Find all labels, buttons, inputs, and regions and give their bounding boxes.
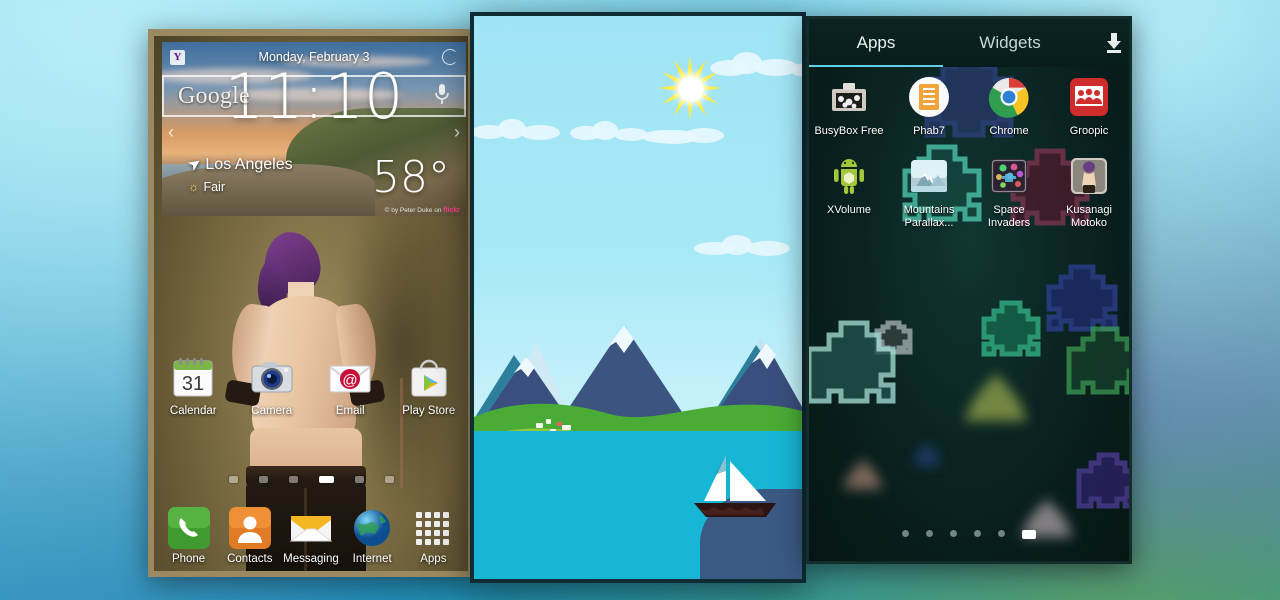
widget-next-arrow[interactable]: › bbox=[454, 122, 460, 143]
home-screen-surface: Y Monday, February 3 11:10 ‹ › ➤Los Ange… bbox=[154, 36, 468, 571]
phab7-icon bbox=[907, 75, 951, 119]
page-dot[interactable] bbox=[228, 476, 238, 483]
home-dock: Phone Contacts Messaging Internet Apps bbox=[154, 507, 468, 565]
dock-item-messaging[interactable]: Messaging bbox=[282, 507, 340, 565]
busybox-icon bbox=[827, 75, 871, 119]
widget-prev-arrow[interactable]: ‹ bbox=[168, 122, 174, 143]
app-icon-play-store[interactable]: Play Store bbox=[395, 356, 463, 417]
app-label: Chrome bbox=[989, 125, 1029, 137]
drawer-app-busybox-free[interactable]: BusyBox Free bbox=[812, 75, 886, 138]
app-icon-calendar[interactable]: 31 Calendar bbox=[159, 356, 227, 417]
app-label: XVolume bbox=[826, 204, 872, 216]
drawer-app-grid: BusyBox Free Phab7 Chrome Groopic XVolum… bbox=[809, 75, 1129, 238]
phone-home-screen[interactable]: Y Monday, February 3 11:10 ‹ › ➤Los Ange… bbox=[148, 29, 474, 577]
page-dot[interactable] bbox=[354, 476, 364, 483]
drawer-app-mountains-parallax[interactable]: Mountains Parallax... bbox=[892, 154, 966, 230]
weather-city: ➤Los Angeles bbox=[184, 153, 293, 176]
weather-widget[interactable]: Y Monday, February 3 11:10 ‹ › ➤Los Ange… bbox=[162, 42, 466, 216]
dock-label: Contacts bbox=[227, 553, 273, 565]
page-dot[interactable] bbox=[258, 476, 268, 483]
app-label: Phab7 bbox=[913, 125, 945, 137]
app-icon-email[interactable]: @ Email bbox=[316, 356, 384, 417]
phone-wallpaper-preview[interactable] bbox=[470, 12, 806, 583]
groopic-icon bbox=[1067, 75, 1111, 119]
sun-cloud-icon: ☼ bbox=[188, 180, 200, 194]
app-label: Groopic bbox=[1069, 125, 1109, 137]
app-label: Play Store bbox=[402, 405, 456, 417]
calendar-icon: 31 bbox=[171, 356, 215, 400]
xvolume-android-icon bbox=[827, 154, 871, 198]
google-logo: Google bbox=[178, 82, 250, 109]
phone-app-drawer[interactable]: Apps Widgets BusyBox Free Phab7 Chrome G… bbox=[806, 16, 1132, 564]
page-dot-active[interactable] bbox=[318, 476, 334, 483]
app-label: Camera bbox=[251, 405, 293, 417]
photo-credit: © by Peter Duke on flickr bbox=[384, 207, 460, 214]
drawer-app-chrome[interactable]: Chrome bbox=[972, 75, 1046, 138]
play-store-icon bbox=[407, 356, 451, 400]
home-page-indicator bbox=[154, 476, 468, 483]
drawer-app-kusanagi-motoko[interactable]: Kusanagi Motoko bbox=[1052, 154, 1126, 230]
app-label: Calendar bbox=[169, 405, 217, 417]
weather-temperature: 58° bbox=[372, 152, 450, 203]
microphone-icon[interactable] bbox=[434, 83, 450, 110]
chrome-icon bbox=[987, 75, 1031, 119]
app-label: Email bbox=[335, 405, 365, 417]
drawer-row: XVolume Mountains Parallax... Space Inva… bbox=[809, 154, 1129, 230]
dock-item-contacts[interactable]: Contacts bbox=[221, 507, 279, 565]
app-label: Mountains Parallax... bbox=[903, 204, 955, 229]
email-icon: @ bbox=[328, 356, 372, 400]
page-dot[interactable] bbox=[288, 476, 298, 483]
dock-item-internet[interactable]: Internet bbox=[343, 507, 401, 565]
screenshot-stage: Y Monday, February 3 11:10 ‹ › ➤Los Ange… bbox=[0, 0, 1280, 600]
app-icon-camera[interactable]: Camera bbox=[238, 356, 306, 417]
page-dot[interactable] bbox=[998, 530, 1005, 537]
tab-active-underline bbox=[809, 65, 943, 67]
contacts-icon bbox=[228, 507, 271, 549]
page-dot-active[interactable] bbox=[1022, 530, 1036, 539]
app-label: BusyBox Free bbox=[814, 125, 884, 137]
svg-text:31: 31 bbox=[182, 373, 204, 395]
page-dot[interactable] bbox=[926, 530, 933, 537]
sailboat-icon bbox=[692, 449, 788, 523]
home-app-row: 31 Calendar Camera @ Email Play Store bbox=[154, 356, 468, 417]
google-search-bar[interactable]: Google bbox=[162, 75, 466, 117]
drawer-app-space-invaders[interactable]: Space Invaders bbox=[972, 154, 1046, 230]
drawer-row: BusyBox Free Phab7 Chrome Groopic bbox=[809, 75, 1129, 138]
drawer-page-indicator bbox=[809, 530, 1129, 539]
phone-icon bbox=[167, 507, 210, 549]
app-label: Kusanagi Motoko bbox=[1066, 204, 1112, 229]
messaging-icon bbox=[289, 507, 332, 549]
tab-apps[interactable]: Apps bbox=[809, 33, 943, 53]
dock-label: Phone bbox=[171, 553, 206, 565]
page-dot[interactable] bbox=[384, 476, 394, 483]
mountains-parallax-icon bbox=[907, 154, 951, 198]
dock-label: Internet bbox=[352, 553, 392, 565]
weather-condition: ☼ Fair bbox=[188, 180, 225, 194]
internet-globe-icon bbox=[351, 507, 393, 549]
dock-label: Apps bbox=[420, 553, 447, 565]
svg-text:@: @ bbox=[343, 372, 358, 389]
space-invaders-icon bbox=[987, 154, 1031, 198]
drawer-app-phab7[interactable]: Phab7 bbox=[892, 75, 966, 138]
drawer-app-groopic[interactable]: Groopic bbox=[1052, 75, 1126, 138]
tab-widgets[interactable]: Widgets bbox=[943, 33, 1077, 53]
drawer-app-xvolume[interactable]: XVolume bbox=[812, 154, 886, 230]
dock-item-apps[interactable]: Apps bbox=[404, 507, 462, 565]
app-label: Space Invaders bbox=[987, 204, 1031, 229]
dock-item-phone[interactable]: Phone bbox=[160, 507, 218, 565]
page-dot[interactable] bbox=[974, 530, 981, 537]
apps-grid-icon bbox=[412, 507, 454, 549]
page-dot[interactable] bbox=[902, 530, 909, 537]
drawer-tab-bar: Apps Widgets bbox=[809, 19, 1129, 67]
camera-icon bbox=[250, 356, 294, 400]
page-dot[interactable] bbox=[950, 530, 957, 537]
download-icon[interactable] bbox=[1103, 32, 1125, 54]
kusanagi-motoko-icon bbox=[1067, 154, 1111, 198]
dock-label: Messaging bbox=[283, 553, 339, 565]
